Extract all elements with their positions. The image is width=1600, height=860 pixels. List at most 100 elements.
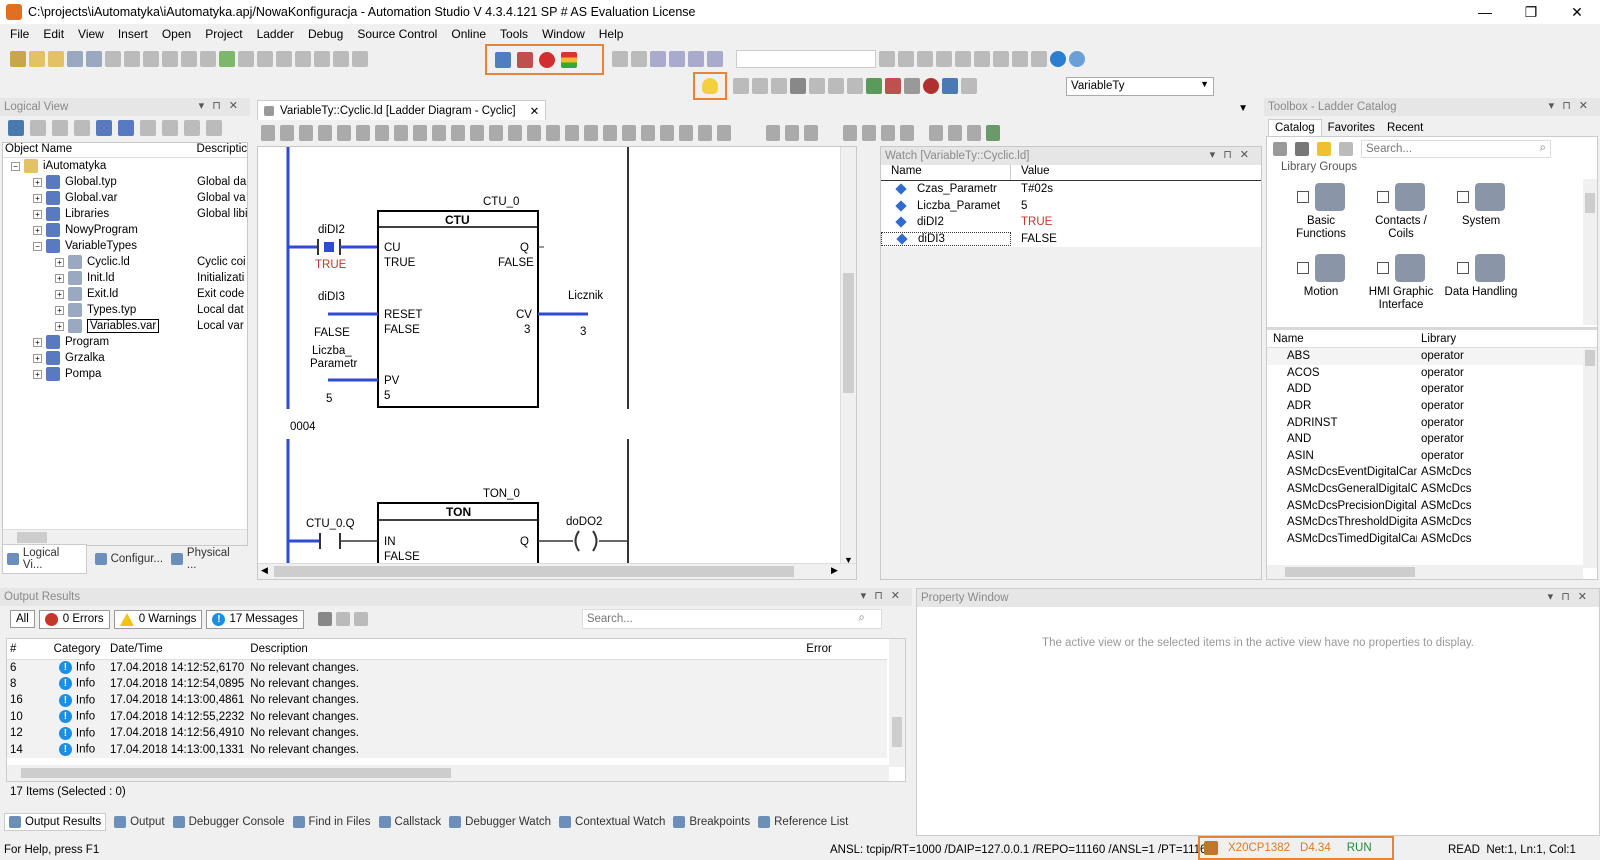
- watch-row[interactable]: Czas_Parametr T#02s: [881, 181, 1261, 198]
- debug-icon[interactable]: [885, 78, 901, 94]
- coil-n-icon[interactable]: [489, 125, 503, 141]
- lv-icon-9[interactable]: [184, 120, 200, 136]
- step-out-icon[interactable]: [828, 78, 844, 94]
- tab-breakpoints[interactable]: Breakpoints: [673, 816, 750, 828]
- panel-controls[interactable]: ▾⊓✕: [199, 99, 246, 112]
- settings2-icon[interactable]: [631, 51, 647, 67]
- arrow-down-icon[interactable]: [993, 51, 1009, 67]
- lv-icon-7[interactable]: [140, 120, 156, 136]
- output-row[interactable]: 6 ! Info 17.04.2018 14:12:52,6170 No rele…: [7, 659, 887, 676]
- tree-item[interactable]: − VariableTypes: [3, 238, 247, 254]
- filter-warnings-button[interactable]: 0 Warnings: [113, 609, 203, 629]
- expand-icon[interactable]: +: [55, 273, 64, 283]
- tree-item[interactable]: + Libraries Global libi: [3, 206, 248, 222]
- minimize-button[interactable]: —: [1462, 0, 1508, 24]
- contact-no-icon[interactable]: [261, 125, 275, 141]
- library-group[interactable]: Basic Functions: [1281, 179, 1361, 244]
- clear-filter-icon[interactable]: [335, 612, 350, 626]
- power-icon[interactable]: [539, 51, 555, 68]
- close-tab-icon[interactable]: ✕: [530, 104, 540, 118]
- tab-recent[interactable]: Recent: [1381, 120, 1429, 136]
- build-icon[interactable]: [238, 51, 254, 67]
- delete-icon[interactable]: [200, 51, 216, 67]
- lv-icon-4[interactable]: [74, 120, 90, 136]
- lv-icon-5[interactable]: [96, 120, 112, 136]
- contact-p-icon[interactable]: [299, 125, 313, 141]
- col-datetime[interactable]: Date/Time: [107, 639, 247, 659]
- coil-neg-icon[interactable]: [413, 125, 427, 141]
- tree-item[interactable]: + Cyclic.ld Cyclic coi: [3, 254, 247, 270]
- watch-icon[interactable]: [866, 78, 882, 94]
- menu-view[interactable]: View: [78, 27, 104, 41]
- close-doc-icon[interactable]: [333, 51, 349, 67]
- group-checkbox[interactable]: [1377, 191, 1389, 203]
- editor-tab[interactable]: VariableTy::Cyclic.ld [Ladder Diagram - …: [257, 100, 547, 120]
- function-block-icon[interactable]: [375, 125, 389, 141]
- ladder-misc-4-icon[interactable]: [698, 125, 712, 141]
- contact-diDI2[interactable]: diDI2: [318, 224, 345, 236]
- step3-icon[interactable]: [771, 78, 787, 94]
- favorite-star-icon[interactable]: [1317, 142, 1331, 156]
- tab-dropdown-icon[interactable]: ▼: [1238, 103, 1248, 114]
- library-item[interactable]: ABS operator: [1267, 348, 1597, 365]
- save-icon[interactable]: [67, 51, 83, 67]
- group-checkbox[interactable]: [1297, 191, 1309, 203]
- library-group[interactable]: Contacts / Coils: [1361, 179, 1441, 244]
- folder-icon[interactable]: [48, 51, 64, 67]
- output-row[interactable]: 16 ! Info 17.04.2018 14:13:00,4861 No rel…: [7, 692, 887, 709]
- zoom-icon[interactable]: [766, 125, 780, 141]
- lv-icon-3[interactable]: [52, 120, 68, 136]
- group-checkbox[interactable]: [1297, 262, 1309, 274]
- coil-reset-icon[interactable]: [451, 125, 465, 141]
- menu-insert[interactable]: Insert: [118, 27, 148, 41]
- expand-icon[interactable]: +: [55, 289, 64, 299]
- menu-edit[interactable]: Edit: [43, 27, 64, 41]
- tag-icon[interactable]: [847, 78, 863, 94]
- group-checkbox[interactable]: [1457, 191, 1469, 203]
- coil-set-icon[interactable]: [432, 125, 446, 141]
- clear-list-icon[interactable]: [317, 612, 332, 626]
- refresh-icon[interactable]: [219, 51, 235, 67]
- library-item[interactable]: ASMcDcsGeneralDigitalCa... ASMcDcs: [1267, 481, 1597, 498]
- monitor-icon[interactable]: [495, 51, 511, 68]
- library-item[interactable]: ADR operator: [1267, 398, 1597, 415]
- menu-file[interactable]: File: [10, 27, 29, 41]
- output-vscrollbar[interactable]: [889, 639, 905, 767]
- expand-icon[interactable]: −: [33, 241, 42, 251]
- library-item[interactable]: ASMcDcsThresholdDigital... ASMcDcs: [1267, 514, 1597, 531]
- tree-item[interactable]: + Variables.var Local var: [3, 318, 247, 334]
- output-row[interactable]: 8 ! Info 17.04.2018 14:12:54,0895 No rele…: [7, 675, 887, 692]
- globe-icon[interactable]: [1050, 51, 1066, 67]
- nav-right-icon[interactable]: [862, 125, 876, 141]
- restore-button[interactable]: ❐: [1508, 0, 1554, 24]
- paste-icon[interactable]: [143, 51, 159, 67]
- library-item[interactable]: ASIN operator: [1267, 448, 1597, 465]
- table-icon[interactable]: [314, 51, 330, 67]
- contact-n-icon[interactable]: [318, 125, 332, 141]
- close-button[interactable]: ✕: [1554, 0, 1600, 24]
- var-pv-name-line2[interactable]: Parametr: [310, 358, 357, 370]
- col-category[interactable]: Category: [47, 639, 107, 659]
- undo-icon[interactable]: [162, 51, 178, 67]
- grid-icon[interactable]: [295, 51, 311, 67]
- contact-box-icon[interactable]: [356, 125, 370, 141]
- branch2-icon[interactable]: [565, 125, 579, 141]
- filter-errors-button[interactable]: 0 Errors: [38, 609, 110, 629]
- tree-item[interactable]: + Global.typ Global da: [3, 174, 247, 190]
- save-all-icon[interactable]: [86, 51, 102, 67]
- tab-favorites[interactable]: Favorites: [1322, 120, 1381, 136]
- window-icon[interactable]: [650, 51, 666, 67]
- rung2-icon[interactable]: [603, 125, 617, 141]
- col-description[interactable]: Description: [247, 639, 803, 659]
- contact-parallel-icon[interactable]: [337, 125, 351, 141]
- tab-find-in-files[interactable]: Find in Files: [292, 816, 371, 828]
- rung-icon[interactable]: [584, 125, 598, 141]
- properties-icon[interactable]: [929, 125, 943, 141]
- link2-icon[interactable]: [898, 51, 914, 67]
- contact-ctu-q[interactable]: CTU_0.Q: [306, 518, 355, 530]
- play-icon[interactable]: [790, 78, 806, 94]
- tab-callstack[interactable]: Callstack: [378, 816, 441, 828]
- menu-window[interactable]: Window: [542, 27, 585, 41]
- group-checkbox[interactable]: [1377, 262, 1389, 274]
- variable-combo[interactable]: VariableTy ▼: [1066, 77, 1214, 96]
